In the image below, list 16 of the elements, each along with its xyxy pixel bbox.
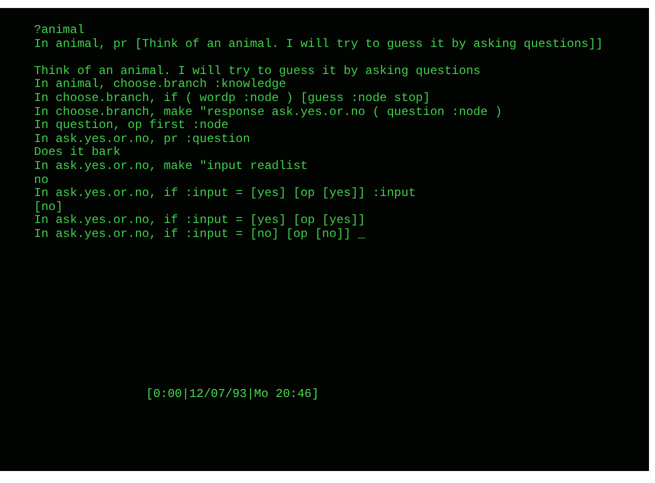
- terminal-line: In question, op first :node: [34, 119, 228, 133]
- terminal-line: Does it bark: [34, 146, 120, 160]
- terminal-line: In animal, pr [Think of an animal. I will try to guess it by asking questions]]: [34, 38, 603, 52]
- terminal-line: In ask.yes.or.no, if :input = [yes] [op [yes]]: [34, 214, 366, 228]
- terminal-line: In ask.yes.or.no, if :input = [yes] [op [yes]] :input: [34, 187, 416, 201]
- terminal-line: In animal, choose.branch :knowledge: [34, 78, 286, 92]
- terminal-line: [no]: [34, 200, 63, 214]
- terminal-line: Think of an animal. I will try to guess it by asking questions: [34, 64, 480, 78]
- terminal-line: no: [34, 174, 48, 188]
- terminal-line: In ask.yes.or.no, make "input readlist: [34, 160, 308, 174]
- terminal-line: In ask.yes.or.no, if :input = [no] [op [no]] _: [34, 228, 366, 242]
- status-line: [0:00|12/07/93|Mo 20:46]: [146, 386, 319, 400]
- terminal-line: In ask.yes.or.no, pr :question: [34, 132, 250, 146]
- terminal-line: In choose.branch, make "response ask.yes.or.no ( question :node ): [34, 106, 502, 119]
- terminal-line: ?animal: [34, 24, 84, 38]
- terminal-line: In choose.branch, if ( wordp :node ) [guess :node stop]: [34, 92, 430, 106]
